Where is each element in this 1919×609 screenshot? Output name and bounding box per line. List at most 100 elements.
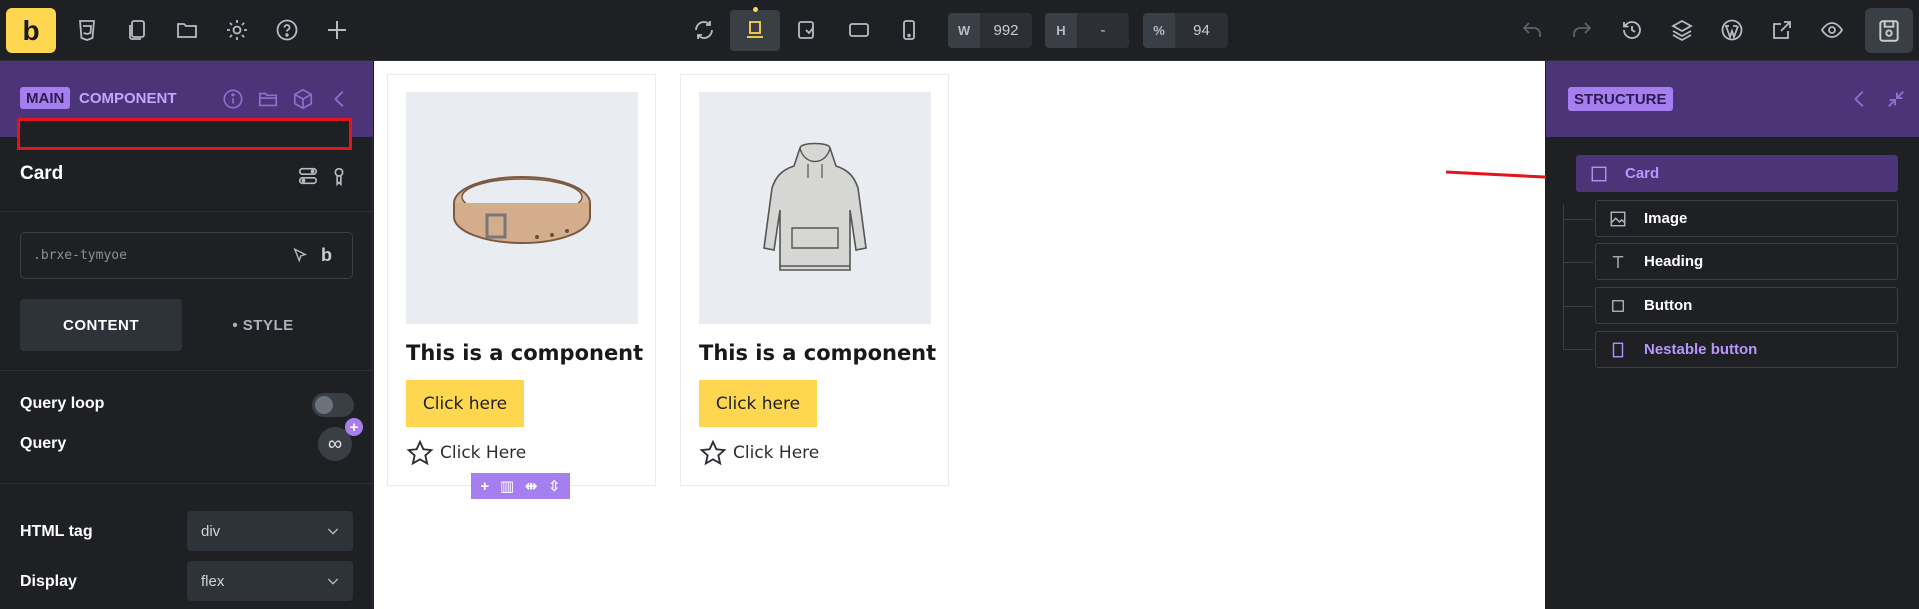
structure-panel: STRUCTURE Card Image Heading Button Nest…: [1546, 61, 1919, 609]
minimize-icon[interactable]: [1884, 87, 1908, 111]
folder-icon[interactable]: [171, 14, 203, 46]
star-icon: [406, 439, 434, 466]
element-panel: MAIN COMPONENT Card .brxe-tymyoe b CONTE…: [0, 61, 373, 609]
structure-item-button[interactable]: Button: [1595, 287, 1898, 324]
history-icon[interactable]: [1616, 14, 1648, 46]
component-mode-label[interactable]: COMPONENT: [79, 87, 177, 109]
collapse-panel-icon[interactable]: [328, 87, 352, 111]
nestable-button-label: Click Here: [440, 443, 527, 463]
global-class-icon[interactable]: b: [321, 245, 332, 266]
structure-panel-header: STRUCTURE: [1546, 61, 1919, 137]
height-value[interactable]: -: [1077, 13, 1129, 48]
save-button[interactable]: [1865, 8, 1913, 53]
annotation-highlight-box: [17, 118, 352, 150]
divider: [0, 211, 373, 212]
pages-icon[interactable]: [121, 14, 153, 46]
tab-content[interactable]: CONTENT: [20, 299, 182, 351]
zoom-label: %: [1143, 13, 1175, 48]
undo-icon[interactable]: [1516, 14, 1548, 46]
refresh-icon[interactable]: [688, 14, 720, 46]
html-tag-select[interactable]: div: [187, 511, 353, 551]
card-button[interactable]: Click here: [406, 380, 524, 427]
help-icon[interactable]: [271, 14, 303, 46]
interactions-icon[interactable]: [327, 164, 351, 188]
structure-item-label: Heading: [1644, 253, 1704, 270]
preview-eye-icon[interactable]: [1816, 14, 1848, 46]
columns-icon[interactable]: ▥: [500, 477, 514, 495]
zoom-value[interactable]: 94: [1175, 13, 1228, 48]
width-field[interactable]: W 992: [948, 13, 1032, 48]
star-icon: [699, 439, 727, 466]
zoom-field[interactable]: % 94: [1143, 13, 1228, 48]
nestable-button[interactable]: Click Here: [406, 438, 526, 468]
layers-icon[interactable]: [1666, 14, 1698, 46]
structure-item-heading[interactable]: Heading: [1595, 243, 1898, 280]
query-loop-toggle[interactable]: [312, 393, 354, 417]
nestable-button[interactable]: Click Here: [699, 438, 819, 468]
card-heading[interactable]: This is a component: [406, 341, 643, 365]
structure-item-card[interactable]: Card: [1576, 155, 1898, 192]
card-heading[interactable]: This is a component: [699, 341, 936, 365]
card-button[interactable]: Click here: [699, 380, 817, 427]
main-mode-pill[interactable]: MAIN: [20, 87, 71, 109]
move-horizontal-icon[interactable]: ⇹: [525, 477, 538, 495]
add-icon[interactable]: [321, 14, 353, 46]
belt-image: [453, 176, 591, 245]
gear-icon[interactable]: [221, 14, 253, 46]
top-toolbar: b W 992 H - % 94: [0, 0, 1919, 61]
structure-item-image[interactable]: Image: [1595, 200, 1898, 237]
nestable-icon: [1608, 340, 1628, 360]
width-value[interactable]: 992: [980, 13, 1032, 48]
structure-item-label: Nestable button: [1644, 341, 1758, 358]
structure-item-nestable-button[interactable]: Nestable button: [1595, 331, 1898, 368]
element-name: Card: [20, 163, 64, 184]
tree-connector: [1563, 349, 1593, 350]
save-icon: [1879, 19, 1899, 42]
card-image[interactable]: [406, 92, 638, 324]
image-icon: [1608, 209, 1628, 229]
mobile-icon[interactable]: [893, 14, 925, 46]
wordpress-icon[interactable]: [1716, 14, 1748, 46]
query-add-icon[interactable]: +: [345, 418, 363, 436]
folder-open-icon[interactable]: [256, 87, 280, 111]
query-loop-label: Query loop: [20, 395, 105, 412]
move-vertical-icon[interactable]: ⇳: [548, 477, 561, 495]
tablet-landscape-icon[interactable]: [791, 14, 823, 46]
conditions-icon[interactable]: [296, 164, 320, 188]
structure-item-label: Button: [1644, 297, 1693, 314]
info-icon[interactable]: [221, 87, 245, 111]
component-card[interactable]: This is a component Click here Click Her…: [680, 74, 949, 486]
cube-icon[interactable]: [291, 87, 315, 111]
bricks-logo[interactable]: b: [6, 8, 56, 53]
height-label: H: [1045, 13, 1077, 48]
display-select[interactable]: flex: [187, 561, 353, 601]
css3-icon[interactable]: [71, 14, 103, 46]
element-action-toolbar: + ▥ ⇹ ⇳: [471, 473, 570, 499]
redo-icon[interactable]: [1566, 14, 1598, 46]
external-link-icon[interactable]: [1766, 14, 1798, 46]
width-label: W: [948, 13, 980, 48]
desktop-breakpoint-icon[interactable]: [739, 14, 771, 46]
toggle-knob: [315, 396, 333, 414]
tree-connector: [1563, 262, 1593, 263]
button-icon: [1608, 296, 1628, 316]
builder-canvas[interactable]: This is a component Click here Click Her…: [374, 61, 1545, 609]
tablet-icon[interactable]: [843, 14, 875, 46]
height-field[interactable]: H -: [1045, 13, 1129, 48]
element-panel-header: MAIN COMPONENT: [0, 61, 373, 150]
component-card[interactable]: This is a component Click here Click Her…: [387, 74, 656, 486]
tree-connector: [1563, 306, 1593, 307]
nestable-button-label: Click Here: [733, 443, 820, 463]
cursor-pointer-icon[interactable]: [291, 247, 309, 265]
tab-style[interactable]: • STYLE: [182, 299, 344, 351]
card-image[interactable]: [699, 92, 931, 324]
html-tag-label: HTML tag: [20, 523, 93, 540]
collapse-structure-icon[interactable]: [1848, 87, 1872, 111]
structure-item-label: Card: [1625, 165, 1660, 182]
text-icon: [1608, 252, 1628, 272]
css-class-placeholder: .brxe-tymyoe: [33, 248, 127, 263]
add-element-icon[interactable]: +: [480, 478, 489, 495]
structure-title: STRUCTURE: [1568, 87, 1673, 111]
structure-item-label: Image: [1644, 210, 1688, 227]
css-class-input[interactable]: .brxe-tymyoe b: [20, 232, 353, 279]
